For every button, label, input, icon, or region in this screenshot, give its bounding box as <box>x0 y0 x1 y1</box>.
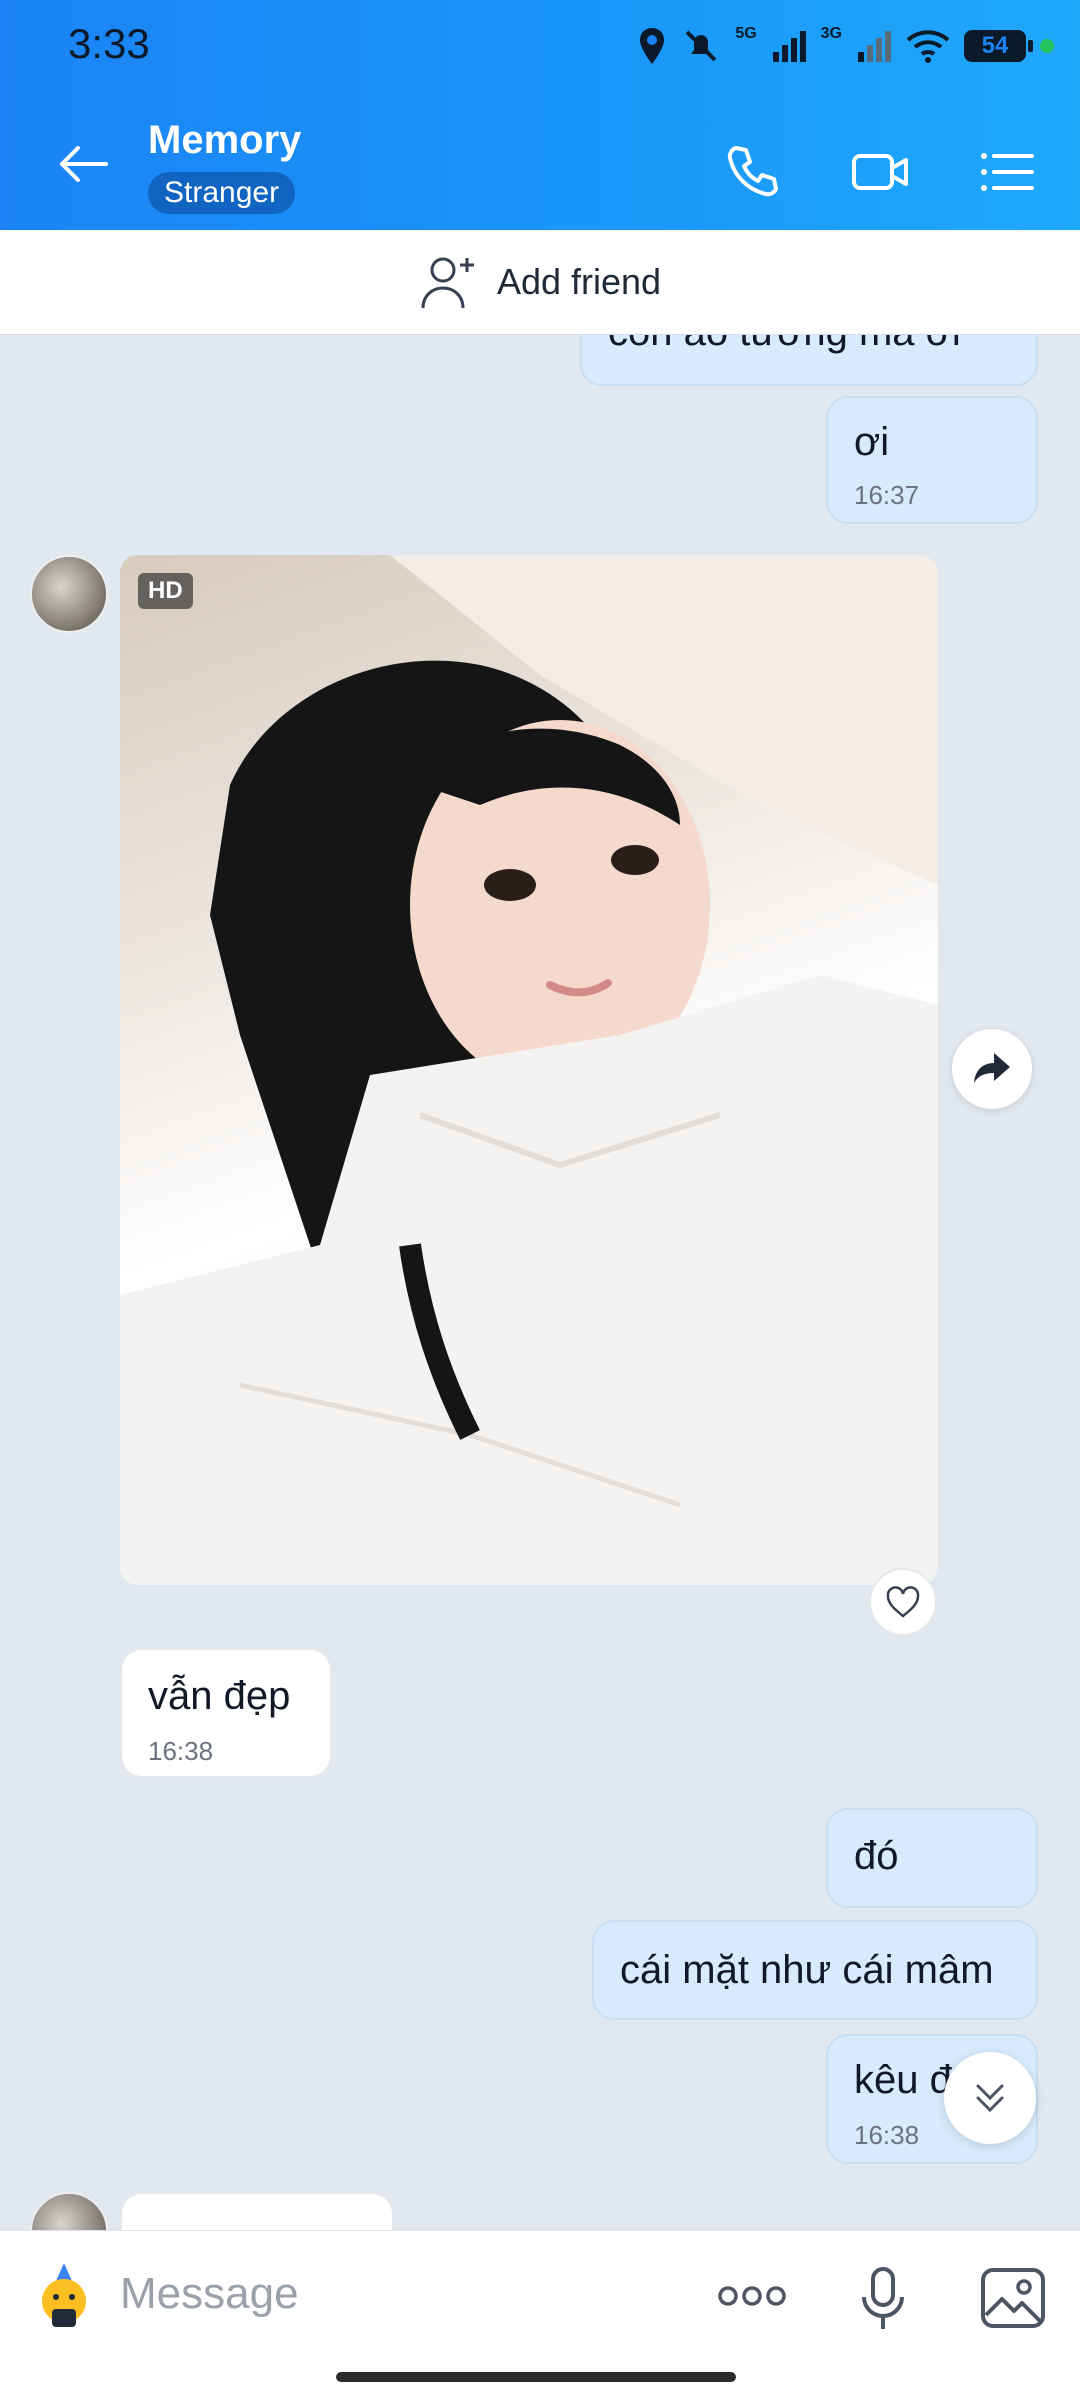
message-text: vẫn đẹp <box>148 1674 291 1718</box>
scroll-to-bottom-button[interactable] <box>944 2052 1036 2144</box>
location-icon <box>640 28 665 64</box>
photo-image <box>120 555 938 1585</box>
double-chevron-down-icon <box>976 2084 1004 2113</box>
heart-icon <box>886 1586 920 1618</box>
add-friend-bar[interactable]: Add friend <box>0 230 1080 335</box>
phone-call-icon[interactable] <box>720 140 784 204</box>
hd-badge: HD <box>138 573 193 609</box>
privacy-indicator-dot <box>1040 39 1054 53</box>
more-options-icon[interactable] <box>716 2281 788 2311</box>
forward-arrow-icon <box>974 1053 1010 1083</box>
message-bubble-sent[interactable]: ơi 16:37 <box>826 396 1038 524</box>
image-gallery-icon[interactable] <box>980 2267 1046 2329</box>
sticker-icon[interactable] <box>32 2261 96 2331</box>
network-label-1: 5G <box>735 25 757 42</box>
message-time: 16:38 <box>148 1736 214 1766</box>
message-bubble-received[interactable]: vẫn đẹp 16:38 <box>120 1648 332 1778</box>
menu-list-icon[interactable] <box>974 140 1038 204</box>
chat-header: 3:33 5G 3G 54 Memory Stranger <box>0 0 1080 230</box>
message-bubble-sent[interactable]: cái mặt như cái mâm <box>592 1920 1038 2020</box>
message-time: 16:37 <box>854 480 920 510</box>
forward-button[interactable] <box>952 1029 1032 1109</box>
message-text: cái mặt như cái mâm <box>620 1948 994 1992</box>
contact-name[interactable]: Memory <box>148 118 301 163</box>
message-time: 16:38 <box>854 2120 920 2150</box>
message-bubble-sent[interactable]: đó <box>826 1808 1038 1908</box>
status-bar-icons: 5G 3G 54 <box>637 22 1054 70</box>
message-text: đó <box>854 1834 899 1878</box>
battery-level: 54 <box>981 32 1009 59</box>
signal-icon-1 <box>772 31 806 62</box>
like-reaction-button[interactable] <box>869 1568 937 1636</box>
message-input[interactable]: Message <box>120 2269 299 2319</box>
photo-message[interactable]: HD <box>120 555 938 1585</box>
signal-icon-2 <box>858 31 891 62</box>
video-call-icon[interactable] <box>848 140 912 204</box>
contact-avatar[interactable] <box>30 555 108 633</box>
add-friend-icon <box>421 257 474 309</box>
add-friend-label: Add friend <box>496 261 662 302</box>
microphone-icon[interactable] <box>858 2267 908 2331</box>
back-arrow-icon[interactable] <box>52 132 116 196</box>
wifi-icon <box>906 30 950 63</box>
status-time: 3:33 <box>68 20 150 67</box>
battery-indicator: 54 <box>964 30 1033 62</box>
mute-icon <box>685 30 717 62</box>
home-indicator[interactable] <box>336 2372 736 2382</box>
stranger-badge: Stranger <box>148 172 296 214</box>
message-text: ơi <box>854 420 890 464</box>
message-text: kêu đ <box>854 2058 952 2102</box>
network-label-2: 3G <box>820 25 842 42</box>
